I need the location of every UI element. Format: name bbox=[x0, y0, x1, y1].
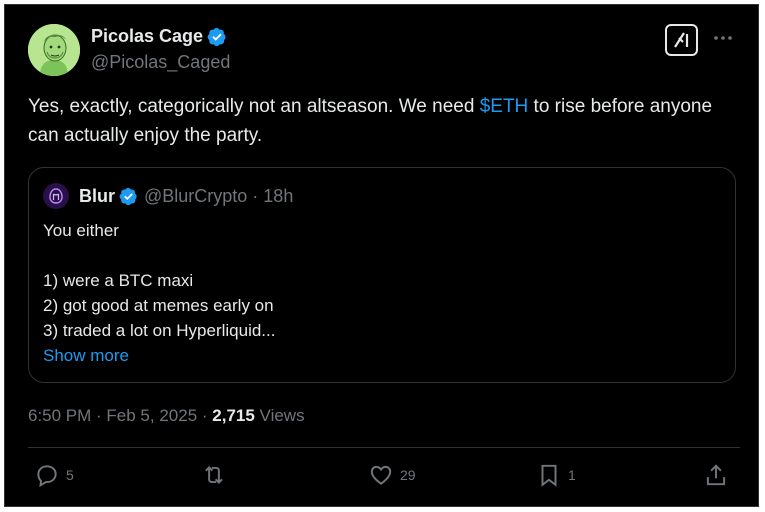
action-bar: 5 29 1 bbox=[5, 462, 758, 492]
tweet-text-part: Yes, exactly, categorically not an altse… bbox=[28, 96, 480, 117]
quoted-tweet[interactable]: Blur @BlurCrypto · 18h You either 1) wer… bbox=[28, 167, 736, 383]
bookmark-count: 1 bbox=[568, 467, 576, 483]
verified-icon bbox=[119, 187, 137, 206]
verified-icon bbox=[207, 27, 226, 46]
tweet-card: Picolas Cage @Picolas_Caged Yes, exactly… bbox=[4, 4, 759, 507]
share-button[interactable] bbox=[703, 462, 729, 488]
views-count: 2,715 bbox=[212, 406, 255, 425]
quote-display-name: Blur bbox=[79, 186, 115, 206]
tweet-text: Yes, exactly, categorically not an altse… bbox=[28, 92, 743, 150]
quote-meta: @BlurCrypto · 18h bbox=[144, 186, 294, 206]
author-avatar[interactable] bbox=[28, 24, 80, 76]
like-icon bbox=[370, 465, 392, 485]
reply-icon bbox=[37, 465, 57, 488]
quote-line: 3) traded a lot on Hyperliquid... bbox=[43, 321, 276, 340]
quote-avatar bbox=[43, 183, 69, 209]
like-count: 29 bbox=[400, 467, 416, 483]
reply-count: 5 bbox=[66, 467, 74, 483]
author-name-row: Picolas Cage bbox=[91, 26, 227, 47]
author-display-name[interactable]: Picolas Cage bbox=[91, 26, 203, 47]
more-icon bbox=[714, 36, 732, 40]
bookmark-icon bbox=[541, 464, 557, 487]
bookmark-button[interactable]: 1 bbox=[536, 462, 576, 488]
quote-line: You either bbox=[43, 221, 119, 240]
divider bbox=[28, 447, 740, 448]
cashtag-link[interactable]: $ETH bbox=[480, 96, 529, 117]
quote-line: 2) got good at memes early on bbox=[43, 296, 274, 315]
quote-header: Blur @BlurCrypto · 18h bbox=[79, 186, 293, 207]
retweet-button[interactable] bbox=[201, 462, 227, 488]
grok-button[interactable] bbox=[665, 24, 698, 56]
grok-icon bbox=[673, 32, 688, 48]
retweet-icon bbox=[205, 466, 223, 484]
like-button[interactable]: 29 bbox=[368, 462, 416, 488]
author-handle[interactable]: @Picolas_Caged bbox=[91, 52, 230, 73]
more-options-button[interactable] bbox=[712, 27, 734, 49]
tweet-meta: 6:50 PM · Feb 5, 2025 · 2,715 Views bbox=[28, 406, 305, 426]
reply-button[interactable]: 5 bbox=[34, 462, 74, 488]
views-label: Views bbox=[254, 406, 305, 425]
show-more-link[interactable]: Show more bbox=[43, 346, 129, 366]
timestamp[interactable]: 6:50 PM · Feb 5, 2025 · bbox=[28, 406, 212, 425]
quote-line: 1) were a BTC maxi bbox=[43, 271, 194, 290]
share-icon bbox=[706, 464, 726, 486]
